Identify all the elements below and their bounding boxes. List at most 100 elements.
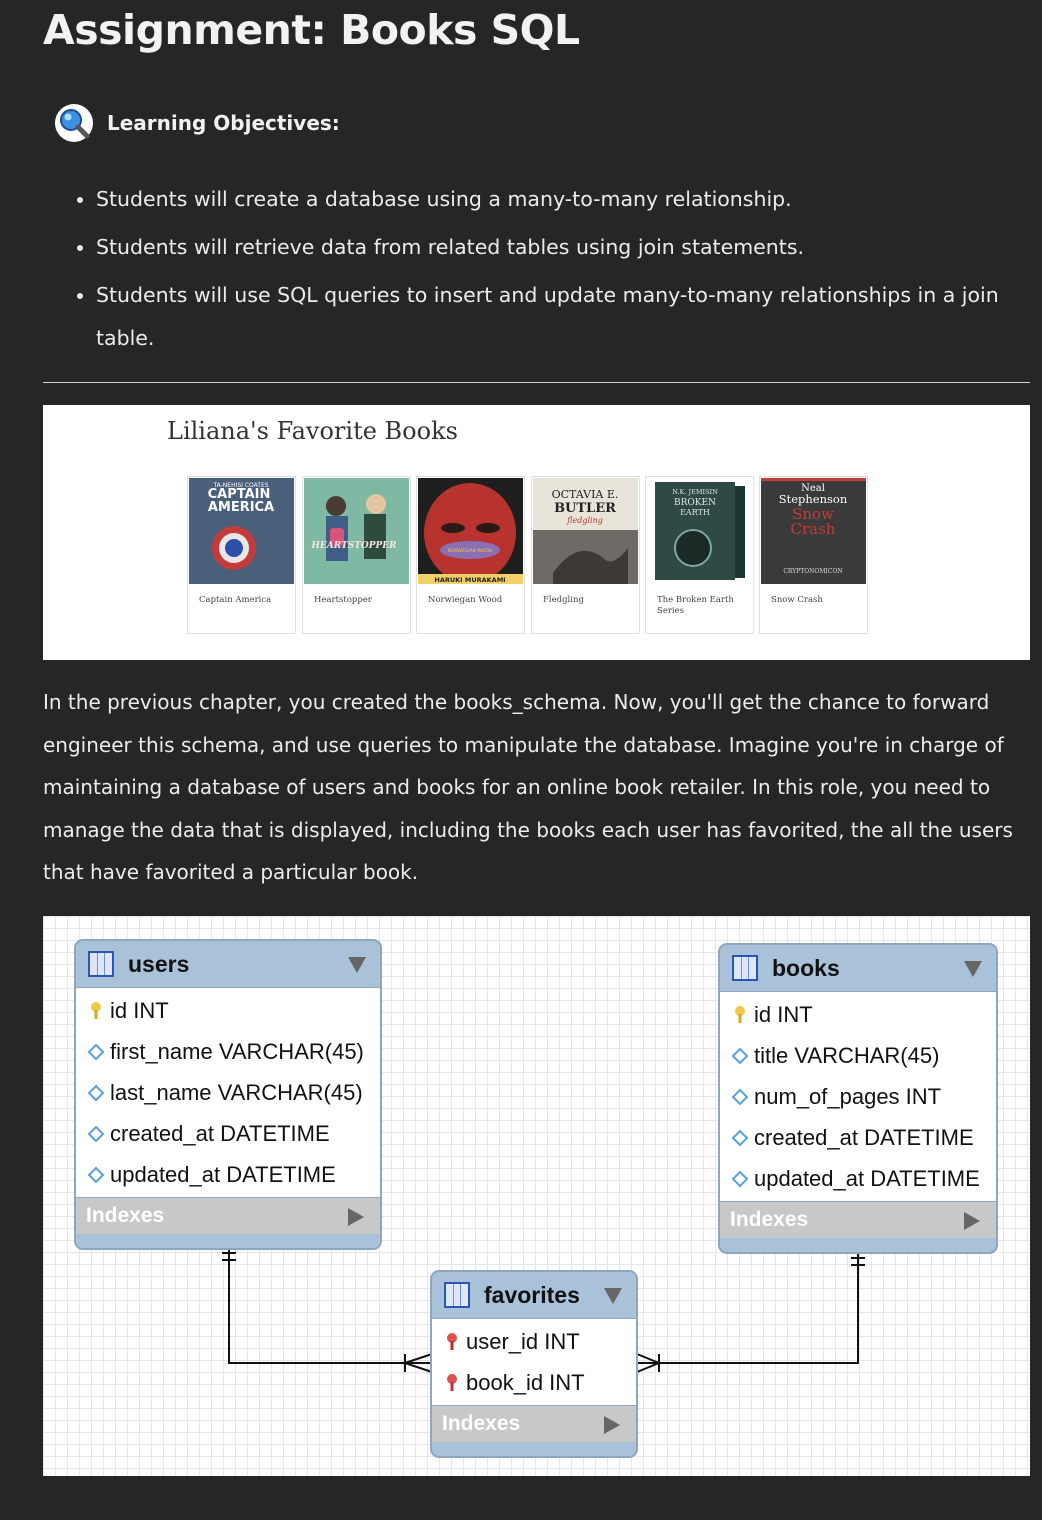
book-name: Heartstopper: [314, 595, 372, 605]
svg-text:EARTH: EARTH: [680, 508, 710, 517]
table-columns: user_id INT book_id INT: [432, 1318, 636, 1406]
table-name: users: [128, 950, 190, 977]
page-title: Assignment: Books SQL: [43, 6, 580, 54]
list-item: Students will create a database using a …: [96, 178, 1042, 221]
books-table[interactable]: books id INT title VARCHAR(45) num_of_pa…: [718, 943, 998, 1254]
column-row: created_at DATETIME: [720, 1117, 996, 1158]
column-row: last_name VARCHAR(45): [76, 1072, 380, 1113]
indexes-row[interactable]: Indexes: [720, 1202, 996, 1238]
list-item: Students will use SQL queries to insert …: [96, 274, 1042, 360]
erd-diagram: users id INT first_name VARCHAR(45) last…: [43, 916, 1030, 1476]
column-row: title VARCHAR(45): [720, 1035, 996, 1076]
magnifying-glass-icon: [55, 104, 93, 142]
book-cover: TA-NEHISI COATES CAPTAIN AMERICA: [189, 478, 294, 584]
book-cover: OCTAVIA E. BUTLER fledgling: [533, 478, 638, 584]
book-cover: NORWEGIAN WOOD HARUKI MURAKAMI: [418, 478, 523, 584]
svg-text:CRYPTONOMICON: CRYPTONOMICON: [783, 568, 842, 575]
divider: [43, 382, 1030, 383]
book-name: The Broken Earth Series: [657, 595, 734, 616]
book-card-heartstopper: HEARTSTOPPER Heartstopper: [302, 476, 411, 634]
foreign-key-icon: [440, 1332, 464, 1352]
book-cover: N.K. JEMISIN BROKEN EARTH: [647, 478, 752, 584]
column-diamond-icon: [728, 1088, 752, 1106]
expand-arrow-icon[interactable]: [604, 1416, 620, 1434]
table-icon: [732, 955, 758, 981]
book-name: Snow Crash: [771, 595, 823, 605]
table-header: users: [76, 941, 380, 987]
key-icon: [728, 1005, 752, 1025]
svg-text:Stephenson: Stephenson: [779, 492, 848, 506]
indexes-row[interactable]: Indexes: [76, 1198, 380, 1234]
book-name: Norwiegan Wood: [428, 595, 503, 605]
many-mark: [404, 1362, 433, 1373]
svg-text:BUTLER: BUTLER: [554, 501, 616, 516]
column-row: id INT: [76, 990, 380, 1031]
table-icon: [444, 1282, 470, 1308]
favorite-books-title: Liliana's Favorite Books: [167, 417, 458, 445]
objectives-list: Students will create a database using a …: [66, 178, 1042, 365]
column-row: num_of_pages INT: [720, 1076, 996, 1117]
table-columns: id INT title VARCHAR(45) num_of_pages IN…: [720, 991, 996, 1202]
svg-text:Crash: Crash: [791, 520, 836, 538]
column-diamond-icon: [84, 1084, 108, 1102]
column-row: updated_at DATETIME: [76, 1154, 380, 1195]
chevron-down-icon[interactable]: [964, 961, 982, 977]
expand-arrow-icon[interactable]: [964, 1212, 980, 1230]
expand-arrow-icon[interactable]: [348, 1208, 364, 1226]
table-columns: id INT first_name VARCHAR(45) last_name …: [76, 987, 380, 1198]
column-diamond-icon: [728, 1170, 752, 1188]
column-row: book_id INT: [432, 1362, 636, 1403]
table-name: books: [772, 954, 840, 981]
svg-text:AMERICA: AMERICA: [208, 500, 274, 515]
intro-paragraph: In the previous chapter, you created the…: [43, 690, 1013, 885]
users-favorites-link: [228, 1246, 432, 1364]
objectives-header: Learning Objectives:: [55, 104, 340, 142]
column-row: updated_at DATETIME: [720, 1158, 996, 1199]
book-cover: Neal Stephenson Snow Crash CRYPTONOMICON: [761, 478, 866, 584]
indexes-label: Indexes: [86, 1204, 165, 1227]
many-mark: [636, 1353, 660, 1364]
column-row: created_at DATETIME: [76, 1113, 380, 1154]
chevron-down-icon[interactable]: [348, 957, 366, 973]
svg-text:BROKEN: BROKEN: [674, 498, 716, 508]
favorites-table[interactable]: favorites user_id INT book_id INT Indexe…: [430, 1270, 638, 1458]
book-card-norwegian-wood: NORWEGIAN WOOD HARUKI MURAKAMI Norwiegan…: [416, 476, 525, 634]
objectives-heading: Learning Objectives:: [107, 111, 340, 135]
column-diamond-icon: [84, 1125, 108, 1143]
svg-text:fledgling: fledgling: [566, 516, 603, 525]
book-card-captain-america: TA-NEHISI COATES CAPTAIN AMERICA Captain…: [187, 476, 296, 634]
book-name: Captain America: [199, 595, 272, 605]
column-row: id INT: [720, 994, 996, 1035]
svg-text:HARUKI MURAKAMI: HARUKI MURAKAMI: [434, 576, 505, 584]
key-icon: [84, 1001, 108, 1021]
chevron-down-icon[interactable]: [604, 1288, 622, 1304]
column-row: first_name VARCHAR(45): [76, 1031, 380, 1072]
book-name: Fledgling: [543, 595, 584, 605]
column-diamond-icon: [728, 1047, 752, 1065]
svg-text:NORWEGIAN WOOD: NORWEGIAN WOOD: [448, 548, 493, 554]
svg-text:HEARTSTOPPER: HEARTSTOPPER: [310, 541, 397, 551]
table-header: favorites: [432, 1272, 636, 1318]
many-mark: [636, 1362, 660, 1373]
book-card-snow-crash: Neal Stephenson Snow Crash CRYPTONOMICON…: [759, 476, 868, 634]
table-header: books: [720, 945, 996, 991]
column-diamond-icon: [728, 1129, 752, 1147]
column-diamond-icon: [84, 1043, 108, 1061]
many-mark: [404, 1353, 433, 1364]
table-icon: [88, 951, 114, 977]
svg-text:N.K. JEMISIN: N.K. JEMISIN: [672, 488, 718, 496]
svg-text:OCTAVIA E.: OCTAVIA E.: [552, 488, 619, 501]
users-table[interactable]: users id INT first_name VARCHAR(45) last…: [74, 939, 382, 1250]
foreign-key-icon: [440, 1373, 464, 1393]
column-diamond-icon: [84, 1166, 108, 1184]
favorite-books-image: Liliana's Favorite Books TA-NEHISI COATE…: [43, 405, 1030, 660]
book-card-fledgling: OCTAVIA E. BUTLER fledgling Fledgling: [531, 476, 640, 634]
indexes-label: Indexes: [730, 1208, 809, 1231]
indexes-row[interactable]: Indexes: [432, 1406, 636, 1442]
book-cover: HEARTSTOPPER: [304, 478, 409, 584]
books-favorites-link: [637, 1251, 859, 1364]
indexes-label: Indexes: [442, 1412, 521, 1435]
list-item: Students will retrieve data from related…: [96, 226, 1042, 269]
table-name: favorites: [484, 1281, 580, 1308]
column-row: user_id INT: [432, 1321, 636, 1362]
